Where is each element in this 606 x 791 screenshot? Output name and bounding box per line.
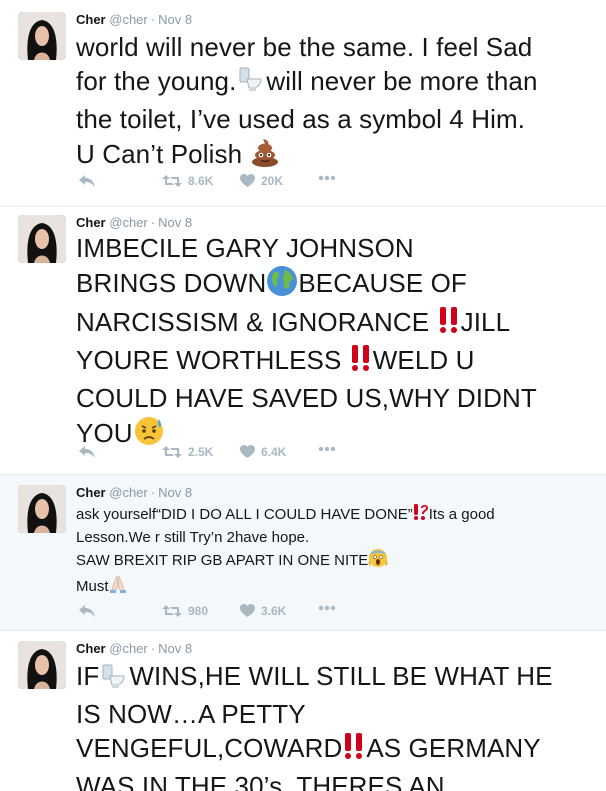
- author-name[interactable]: Cher: [76, 215, 106, 230]
- retweet-icon: [162, 446, 182, 458]
- text-line: IF WINS,HE WILL STILL BE WHAT HE: [76, 659, 592, 697]
- like-count: 20K: [261, 174, 284, 188]
- text-line: COULD HAVE SAVED US,WHY DIDNT: [76, 383, 537, 414]
- like-count: 3.6K: [261, 604, 287, 618]
- retweet-icon: [162, 605, 182, 617]
- heart-icon: [240, 445, 255, 458]
- text-line: IMBECILE GARY JOHNSON: [76, 233, 414, 263]
- more-icon: [318, 605, 336, 611]
- retweet-count: 2.5K: [188, 445, 214, 459]
- retweet-icon: [162, 175, 182, 187]
- tweet-date[interactable]: Nov 8: [158, 641, 192, 656]
- tweet-date[interactable]: Nov 8: [158, 215, 192, 230]
- tweet[interactable]: Cher @cher · Nov 8 IF WINS,HE WILL STILL BE…: [0, 631, 606, 791]
- tweet[interactable]: Cher @cher · Nov 8 IMBECILE GARY JOHNSON B…: [0, 207, 606, 475]
- text-line: the toilet, I’ve used as a symbol 4 Him.: [76, 104, 526, 135]
- more-button[interactable]: [318, 605, 336, 611]
- author-name[interactable]: Cher: [76, 641, 106, 656]
- poop-emoji: [249, 136, 281, 176]
- globe-emoji: [266, 265, 298, 305]
- more-icon: [318, 175, 336, 181]
- screaming-face-emoji: [368, 548, 388, 574]
- praying-hands-emoji: [109, 574, 127, 600]
- text-line: Must: [76, 574, 592, 600]
- retweet-button[interactable]: 8.6K: [162, 174, 213, 188]
- tweet[interactable]: Cher @cher · Nov 8 ask yourself“DID I DO A…: [0, 475, 606, 631]
- tweet-date[interactable]: Nov 8: [158, 12, 192, 27]
- text-line: IS NOW…A PETTY: [76, 699, 306, 730]
- tweet[interactable]: Cher @cher · Nov 8 world will never be the…: [0, 0, 606, 207]
- text-line: NARCISSISM & IGNORANCE JILL: [76, 305, 592, 343]
- double-exclamation-emoji: [437, 305, 461, 343]
- more-button[interactable]: [318, 446, 336, 452]
- avatar[interactable]: [18, 641, 66, 689]
- reply-icon: [79, 446, 95, 458]
- tweet-text: world will never be the same. I feel Sad…: [76, 30, 592, 176]
- author-name[interactable]: Cher: [76, 12, 106, 27]
- like-button[interactable]: 20K: [240, 174, 283, 188]
- text-line: U Can’t Polish: [76, 136, 592, 176]
- double-exclamation-emoji: [349, 343, 373, 381]
- toilet-emoji: [99, 659, 129, 697]
- retweet-count: 980: [188, 604, 209, 618]
- timeline: Cher @cher · Nov 8 world will never be the…: [0, 0, 606, 791]
- more-icon: [318, 446, 336, 452]
- reply-button[interactable]: [78, 174, 96, 188]
- reply-button[interactable]: [78, 445, 96, 459]
- text-line: for the young. will never be more than: [76, 64, 592, 102]
- tweet-header: Cher @cher · Nov 8: [76, 215, 193, 230]
- retweet-button[interactable]: 2.5K: [162, 445, 213, 459]
- tweet-header: Cher @cher · Nov 8: [76, 485, 193, 500]
- text-line: BRINGS DOWN BECAUSE OF: [76, 265, 592, 305]
- toilet-emoji: [236, 64, 266, 102]
- author-handle[interactable]: @cher: [109, 215, 148, 230]
- tweet-text: ask yourself“DID I DO ALL I COULD HAVE D…: [76, 503, 592, 600]
- like-count: 6.4K: [261, 445, 287, 459]
- like-button[interactable]: 6.4K: [240, 445, 286, 459]
- avatar[interactable]: [18, 12, 66, 60]
- avatar[interactable]: [18, 485, 66, 533]
- author-handle[interactable]: @cher: [109, 641, 148, 656]
- author-handle[interactable]: @cher: [109, 485, 148, 500]
- like-button[interactable]: 3.6K: [240, 604, 286, 618]
- text-line: SAW BREXIT RIP GB APART IN ONE NITE: [76, 548, 592, 574]
- reply-button[interactable]: [78, 604, 96, 618]
- double-exclamation-emoji: [342, 731, 366, 769]
- reply-icon: [79, 605, 95, 617]
- tweet-text: IF WINS,HE WILL STILL BE WHAT HE IS NOW…A…: [76, 659, 592, 791]
- tweet-header: Cher @cher · Nov 8: [76, 641, 193, 656]
- heart-icon: [240, 604, 255, 617]
- author-handle[interactable]: @cher: [109, 12, 148, 27]
- text-line: VENGEFUL,COWARD AS GERMANY: [76, 731, 592, 769]
- author-name[interactable]: Cher: [76, 485, 106, 500]
- interrobang-emoji: [413, 503, 429, 527]
- avatar[interactable]: [18, 215, 66, 263]
- text-line: WAS IN THE 30’s, THERES AN: [76, 771, 445, 791]
- sad-sweat-face-emoji: [133, 415, 165, 455]
- reply-icon: [79, 175, 95, 187]
- text-line: Lesson.We r still Try’n 2have hope.: [76, 529, 310, 546]
- heart-icon: [240, 174, 255, 187]
- retweet-count: 8.6K: [188, 174, 214, 188]
- text-line: world will never be the same. I feel Sad: [76, 32, 533, 62]
- text-line: ask yourself“DID I DO ALL I COULD HAVE D…: [76, 503, 592, 527]
- more-button[interactable]: [318, 175, 336, 181]
- retweet-button[interactable]: 980: [162, 604, 208, 618]
- tweet-date[interactable]: Nov 8: [158, 485, 192, 500]
- text-line: YOURE WORTHLESS WELD U: [76, 343, 592, 381]
- tweet-header: Cher @cher · Nov 8: [76, 12, 193, 27]
- tweet-text: IMBECILE GARY JOHNSON BRINGS DOWN BECAUSE…: [76, 231, 592, 455]
